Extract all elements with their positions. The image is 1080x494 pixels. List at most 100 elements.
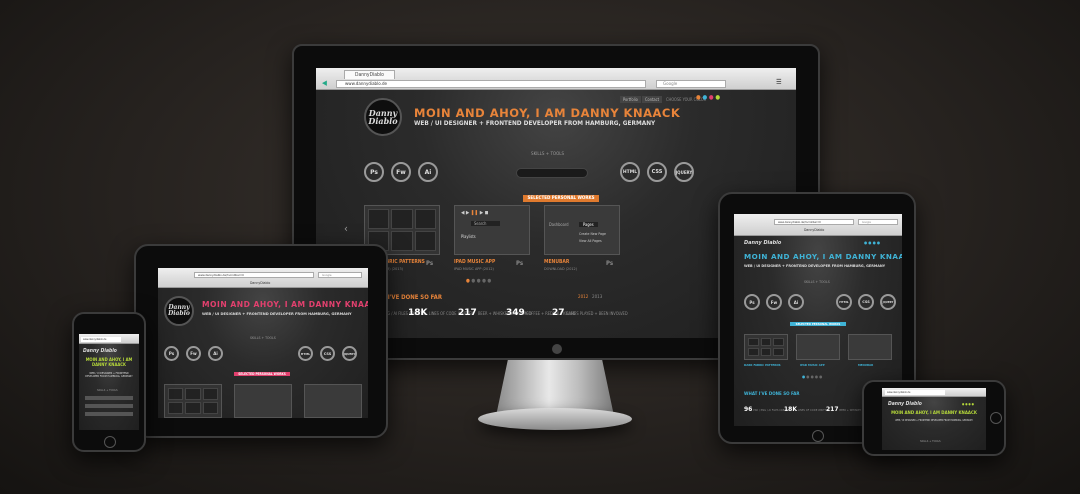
headline: MOIN AND AHOY, I AM DANNY KNAACK [414, 106, 681, 120]
ipad-work-thumb-1[interactable] [234, 384, 292, 418]
color-dots[interactable]: ● ● ● ● [696, 94, 720, 101]
ipad-portrait-skill-ai: Ai [788, 294, 804, 310]
ipad-portrait-work-0[interactable]: DARK FABRIC PATTERNS [744, 363, 781, 367]
ipad-logo[interactable]: Danny Diablo [164, 296, 194, 326]
work-thumb-music[interactable]: ◀ ▶ ❚❚ ▶ ◼ Search Playlists [454, 205, 530, 255]
ipad-skill-html: HTML [298, 346, 313, 361]
ipad-portrait-chrome: www.dannydiablo.de/?scrollbar=0 Google D… [734, 214, 902, 236]
ipad-skill-fw: Fw [186, 346, 201, 361]
iphone-landscape-home-button[interactable] [990, 412, 1002, 424]
ipad-portrait-done-title: WHAT I'VE DONE SO FAR [744, 392, 800, 397]
ipad-portrait-dots[interactable]: ● ● ● ● ● [802, 374, 822, 379]
ipad-skill-ps: Ps [164, 346, 179, 361]
iphone-url-bar[interactable]: www.dannydiablo.de [81, 337, 121, 342]
music-playlists: Playlists [461, 234, 476, 239]
skills-toggle[interactable] [516, 168, 588, 178]
year-2013[interactable]: 2013 [592, 295, 602, 300]
skill-fw: Fw [391, 162, 411, 182]
iphone-landscape-chrome: www.dannydiablo.de [882, 388, 986, 397]
ipad-skill-css: CSS [320, 346, 335, 361]
carousel-prev-icon[interactable]: ‹ [344, 222, 348, 235]
ipad-portrait-home-button[interactable] [812, 430, 824, 442]
ipad-headline: MOIN AND AHOY, I AM DANNY KNAACK [202, 300, 368, 309]
work-title-2[interactable]: MENUBAR [544, 259, 569, 265]
ipad-portrait-work-1[interactable]: IPAD MUSIC APP [800, 363, 825, 367]
iphone-landscape-screen: www.dannydiablo.de Danny Diablo ● ● ● ● … [882, 388, 986, 450]
iphone-landscape-subline: WEB / UI DESIGNER + FRONTEND DEVELOPER F… [895, 419, 973, 422]
ipad-portrait-skills-label: SKILLS + TOOLS [804, 280, 830, 284]
iphone-logo[interactable]: Danny Diablo [83, 348, 117, 354]
nav-portfolio[interactable]: Portfolio [620, 96, 641, 103]
stat-games: 27 GAMES PLAYED + BEEN INVOLVED [552, 308, 628, 318]
iphone-home-button[interactable] [104, 436, 116, 448]
iphone-landscape-skills-label: SKILLS + TOOLS [920, 439, 941, 443]
iphone-landscape-logo[interactable]: Danny Diablo [888, 401, 922, 407]
iphone-landscape-site: Danny Diablo ● ● ● ● MOIN AND AHOY, I AM… [882, 397, 986, 450]
iphone-portrait-screen: www.dannydiablo.de Danny Diablo MOIN AND… [79, 334, 139, 430]
ipad-page-title: DannyDiablo [250, 281, 271, 285]
ipad-url-bar[interactable]: www.dannydiablo.de/?scrollbar=0 [194, 272, 314, 278]
iphone-landscape-headline: MOIN AND AHOY, I AM DANNY KNAACK [891, 411, 977, 416]
menubar-create: Create New Page [579, 232, 606, 236]
work-tag-2: Ps [606, 260, 614, 267]
iphone-skills-label: SKILLS + TOOLS [97, 388, 118, 392]
works-ribbon: SELECTED PERSONAL WORKS [523, 195, 599, 202]
iphone-progress-2 [85, 404, 133, 408]
work-tag-1: Ps [516, 260, 524, 267]
iphone-landscape: www.dannydiablo.de Danny Diablo ● ● ● ● … [862, 380, 1006, 456]
iphone-progress-1 [85, 396, 133, 400]
ipad-portrait-thumb-0[interactable] [744, 334, 788, 360]
ipad-landscape: www.dannydiablo.de/?scrollbar=0 Google D… [134, 244, 388, 438]
ipad-portrait-url[interactable]: www.dannydiablo.de/?scrollbar=0 [774, 219, 854, 225]
skill-jquery: JQUERY [674, 162, 694, 182]
imac-browser-chrome: DannyDiablo ◀ www.dannydiablo.de Google … [316, 68, 796, 90]
carousel-dots[interactable]: ● ● ● ● ● [466, 278, 491, 284]
menubar-pages: Pages [579, 222, 598, 227]
ipad-skill-jquery: JQUERY [342, 346, 357, 361]
skill-css: CSS [647, 162, 667, 182]
back-icon[interactable]: ◀ [322, 79, 327, 87]
ipad-portrait-color-dots[interactable]: ● ● ● ● [864, 240, 880, 245]
menu-icon[interactable]: ☰ [776, 78, 782, 86]
ipad-portrait-search[interactable]: Google [858, 219, 898, 225]
ipad-skills-label: SKILLS + TOOLS [250, 336, 276, 340]
skill-ps: Ps [364, 162, 384, 182]
ipad-search-field[interactable]: Google [318, 272, 362, 278]
work-title-1[interactable]: IPAD MUSIC APP [454, 259, 495, 265]
iphone-landscape-url[interactable]: www.dannydiablo.de [885, 390, 945, 395]
ipad-portrait-skill-fw: Fw [766, 294, 782, 310]
skills-label: SKILLS + TOOLS [531, 152, 565, 157]
imac-stand-base [478, 408, 632, 430]
work-thumb-menubar[interactable]: Pages Dashboard Create New Page View All… [544, 205, 620, 255]
iphone-portrait: www.dannydiablo.de Danny Diablo MOIN AND… [72, 312, 146, 452]
ipad-work-thumb-0[interactable] [164, 384, 222, 418]
iphone-headline: MOIN AND AHOY, I AM DANNY KNAACK [85, 357, 133, 367]
browser-tab[interactable]: DannyDiablo [344, 70, 395, 79]
menubar-viewall: View All Pages [579, 239, 602, 243]
year-2012[interactable]: 2012 [578, 295, 588, 300]
ipad-site: Danny Diablo MOIN AND AHOY, I AM DANNY K… [158, 288, 368, 418]
ipad-portrait-title: DannyDiablo [804, 228, 825, 232]
iphone-subline: WEB / UI DESIGNER + FRONTEND DEVELOPER F… [85, 372, 133, 378]
ipad-portrait-work-2[interactable]: MENUBAR [858, 363, 873, 367]
search-field[interactable]: Google [656, 80, 726, 88]
ipad-landscape-screen: www.dannydiablo.de/?scrollbar=0 Google D… [158, 268, 368, 418]
nav-contact[interactable]: Contact [642, 96, 662, 103]
ipad-portrait-works-ribbon: SELECTED PERSONAL WORKS [790, 322, 846, 326]
music-search: Search [471, 221, 501, 226]
ipad-portrait-logo[interactable]: Danny Diablo [744, 240, 781, 246]
music-controls: ◀ ▶ ❚❚ ▶ ◼ [461, 210, 489, 216]
ipad-portrait-skill-jquery: JQUERY [880, 294, 896, 310]
iphone-browser-chrome: www.dannydiablo.de [79, 334, 139, 344]
work-meta-2: DOWNLOAD (2012) [544, 266, 578, 271]
work-tag-0: Ps [426, 260, 434, 267]
ipad-skill-ai: Ai [208, 346, 223, 361]
ipad-work-thumb-2[interactable] [304, 384, 362, 418]
iphone-site: Danny Diablo MOIN AND AHOY, I AM DANNY K… [79, 344, 139, 430]
ipad-subline: WEB / UI DESIGNER + FRONTEND DEVELOPER F… [202, 312, 352, 316]
ipad-portrait-thumb-1[interactable] [796, 334, 840, 360]
iphone-landscape-color-dots[interactable]: ● ● ● ● [962, 402, 974, 406]
url-bar[interactable]: www.dannydiablo.de [336, 80, 646, 88]
site-logo[interactable]: Danny Diablo [364, 98, 402, 136]
ipad-portrait-thumb-2[interactable] [848, 334, 892, 360]
